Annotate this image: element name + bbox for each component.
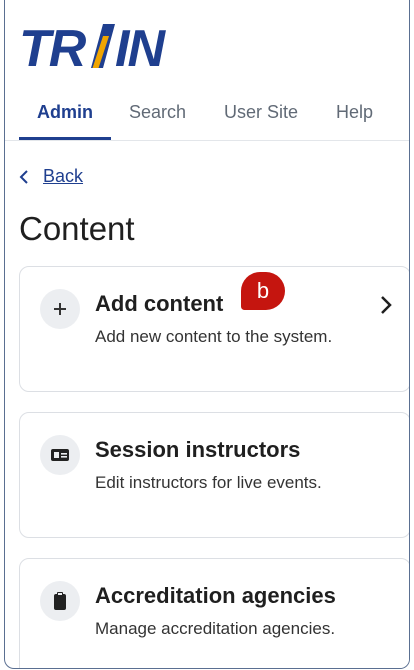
plus-icon (40, 289, 80, 329)
active-tab-indicator (19, 137, 111, 140)
chevron-right-icon[interactable] (380, 295, 392, 315)
page-title: Content (19, 210, 135, 247)
svg-text:TR: TR (19, 22, 87, 72)
card-title: Accreditation agencies (95, 583, 336, 608)
annotation-badge: b (241, 272, 285, 310)
chevron-left-icon (19, 169, 28, 184)
card-session-instructors[interactable]: Session instructors Edit instructors for… (19, 412, 409, 538)
tab-user-site[interactable]: User Site (224, 102, 298, 123)
back-label[interactable]: Back (43, 166, 83, 187)
card-title: Session instructors (95, 437, 301, 462)
card-description: Add new content to the system. (95, 327, 333, 346)
top-nav: Admin Search User Site Help (5, 96, 409, 141)
app-frame: TR IN Admin Search User Site Help Back C… (4, 0, 410, 669)
train-logo: TR IN (19, 22, 168, 72)
card-description: Edit instructors for live events. (95, 473, 322, 492)
id-card-icon (40, 435, 80, 475)
svg-text:IN: IN (115, 22, 166, 72)
card-title: Add content (95, 291, 224, 316)
tab-admin[interactable]: Admin (37, 102, 93, 123)
card-accreditation-agencies[interactable]: Accreditation agencies Manage accreditat… (19, 558, 409, 668)
clipboard-icon (40, 581, 80, 621)
tab-help[interactable]: Help (336, 102, 373, 123)
back-link[interactable]: Back (19, 166, 83, 187)
card-description: Manage accreditation agencies. (95, 619, 336, 638)
card-add-content[interactable]: Add content Add new content to the syste… (19, 266, 409, 392)
tab-search[interactable]: Search (129, 102, 186, 123)
